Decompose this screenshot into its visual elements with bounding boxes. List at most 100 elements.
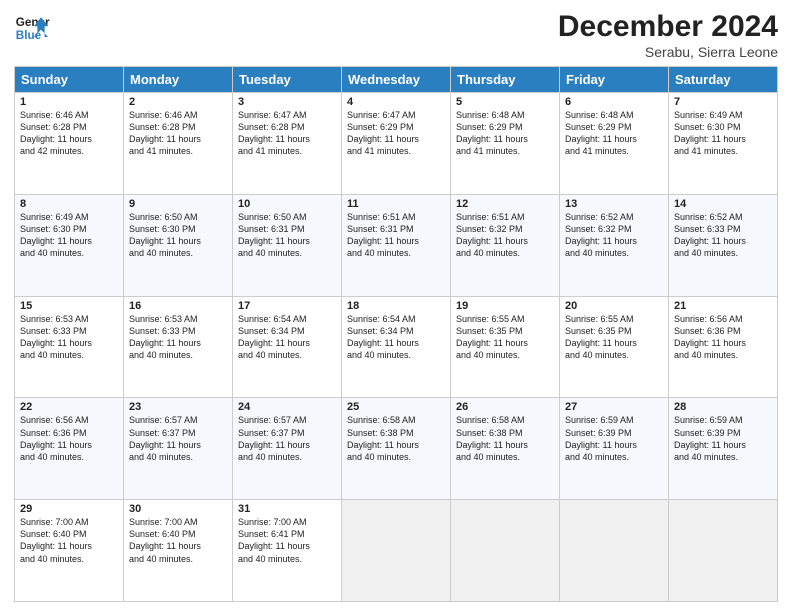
calendar-cell: 9Sunrise: 6:50 AM Sunset: 6:30 PM Daylig… (124, 194, 233, 296)
day-number: 12 (456, 198, 554, 210)
calendar-cell: 28Sunrise: 6:59 AM Sunset: 6:39 PM Dayli… (669, 398, 778, 500)
day-number: 16 (129, 300, 227, 312)
calendar-cell: 5Sunrise: 6:48 AM Sunset: 6:29 PM Daylig… (451, 93, 560, 195)
calendar-cell (451, 500, 560, 602)
calendar-cell: 27Sunrise: 6:59 AM Sunset: 6:39 PM Dayli… (560, 398, 669, 500)
weekday-header-tuesday: Tuesday (233, 67, 342, 93)
day-info: Sunrise: 6:52 AM Sunset: 6:32 PM Dayligh… (565, 211, 663, 260)
calendar-cell: 21Sunrise: 6:56 AM Sunset: 6:36 PM Dayli… (669, 296, 778, 398)
day-number: 27 (565, 401, 663, 413)
calendar-cell: 22Sunrise: 6:56 AM Sunset: 6:36 PM Dayli… (15, 398, 124, 500)
weekday-header-sunday: Sunday (15, 67, 124, 93)
day-info: Sunrise: 6:46 AM Sunset: 6:28 PM Dayligh… (129, 109, 227, 158)
day-number: 3 (238, 96, 336, 108)
day-number: 2 (129, 96, 227, 108)
day-number: 9 (129, 198, 227, 210)
day-info: Sunrise: 6:50 AM Sunset: 6:30 PM Dayligh… (129, 211, 227, 260)
calendar-cell: 29Sunrise: 7:00 AM Sunset: 6:40 PM Dayli… (15, 500, 124, 602)
day-number: 15 (20, 300, 118, 312)
day-info: Sunrise: 6:50 AM Sunset: 6:31 PM Dayligh… (238, 211, 336, 260)
day-info: Sunrise: 6:48 AM Sunset: 6:29 PM Dayligh… (456, 109, 554, 158)
day-number: 7 (674, 96, 772, 108)
calendar-cell: 10Sunrise: 6:50 AM Sunset: 6:31 PM Dayli… (233, 194, 342, 296)
calendar-cell: 1Sunrise: 6:46 AM Sunset: 6:28 PM Daylig… (15, 93, 124, 195)
day-info: Sunrise: 6:58 AM Sunset: 6:38 PM Dayligh… (347, 414, 445, 463)
day-info: Sunrise: 7:00 AM Sunset: 6:40 PM Dayligh… (129, 516, 227, 565)
day-number: 1 (20, 96, 118, 108)
calendar-cell: 14Sunrise: 6:52 AM Sunset: 6:33 PM Dayli… (669, 194, 778, 296)
day-info: Sunrise: 6:57 AM Sunset: 6:37 PM Dayligh… (238, 414, 336, 463)
day-info: Sunrise: 6:51 AM Sunset: 6:31 PM Dayligh… (347, 211, 445, 260)
weekday-header-saturday: Saturday (669, 67, 778, 93)
day-info: Sunrise: 6:49 AM Sunset: 6:30 PM Dayligh… (20, 211, 118, 260)
day-info: Sunrise: 6:56 AM Sunset: 6:36 PM Dayligh… (674, 313, 772, 362)
calendar-cell: 31Sunrise: 7:00 AM Sunset: 6:41 PM Dayli… (233, 500, 342, 602)
calendar-cell (560, 500, 669, 602)
day-number: 4 (347, 96, 445, 108)
day-number: 14 (674, 198, 772, 210)
day-number: 17 (238, 300, 336, 312)
day-info: Sunrise: 6:58 AM Sunset: 6:38 PM Dayligh… (456, 414, 554, 463)
logo-icon: General Blue (14, 10, 50, 46)
day-info: Sunrise: 6:59 AM Sunset: 6:39 PM Dayligh… (674, 414, 772, 463)
day-number: 20 (565, 300, 663, 312)
day-info: Sunrise: 6:59 AM Sunset: 6:39 PM Dayligh… (565, 414, 663, 463)
day-number: 31 (238, 503, 336, 515)
calendar: SundayMondayTuesdayWednesdayThursdayFrid… (14, 66, 778, 602)
day-info: Sunrise: 7:00 AM Sunset: 6:41 PM Dayligh… (238, 516, 336, 565)
day-info: Sunrise: 6:56 AM Sunset: 6:36 PM Dayligh… (20, 414, 118, 463)
location: Serabu, Sierra Leone (558, 44, 778, 60)
day-number: 13 (565, 198, 663, 210)
calendar-cell: 7Sunrise: 6:49 AM Sunset: 6:30 PM Daylig… (669, 93, 778, 195)
calendar-cell: 23Sunrise: 6:57 AM Sunset: 6:37 PM Dayli… (124, 398, 233, 500)
day-info: Sunrise: 6:57 AM Sunset: 6:37 PM Dayligh… (129, 414, 227, 463)
day-info: Sunrise: 6:54 AM Sunset: 6:34 PM Dayligh… (347, 313, 445, 362)
day-info: Sunrise: 6:46 AM Sunset: 6:28 PM Dayligh… (20, 109, 118, 158)
calendar-cell: 19Sunrise: 6:55 AM Sunset: 6:35 PM Dayli… (451, 296, 560, 398)
day-number: 25 (347, 401, 445, 413)
weekday-header-friday: Friday (560, 67, 669, 93)
calendar-cell: 15Sunrise: 6:53 AM Sunset: 6:33 PM Dayli… (15, 296, 124, 398)
calendar-cell: 30Sunrise: 7:00 AM Sunset: 6:40 PM Dayli… (124, 500, 233, 602)
calendar-cell: 20Sunrise: 6:55 AM Sunset: 6:35 PM Dayli… (560, 296, 669, 398)
day-number: 6 (565, 96, 663, 108)
day-number: 21 (674, 300, 772, 312)
weekday-header-wednesday: Wednesday (342, 67, 451, 93)
day-info: Sunrise: 6:51 AM Sunset: 6:32 PM Dayligh… (456, 211, 554, 260)
day-number: 26 (456, 401, 554, 413)
calendar-cell: 25Sunrise: 6:58 AM Sunset: 6:38 PM Dayli… (342, 398, 451, 500)
calendar-cell (669, 500, 778, 602)
day-info: Sunrise: 6:48 AM Sunset: 6:29 PM Dayligh… (565, 109, 663, 158)
day-info: Sunrise: 6:49 AM Sunset: 6:30 PM Dayligh… (674, 109, 772, 158)
day-info: Sunrise: 6:55 AM Sunset: 6:35 PM Dayligh… (565, 313, 663, 362)
day-number: 11 (347, 198, 445, 210)
day-info: Sunrise: 7:00 AM Sunset: 6:40 PM Dayligh… (20, 516, 118, 565)
day-number: 23 (129, 401, 227, 413)
calendar-cell: 26Sunrise: 6:58 AM Sunset: 6:38 PM Dayli… (451, 398, 560, 500)
calendar-cell: 3Sunrise: 6:47 AM Sunset: 6:28 PM Daylig… (233, 93, 342, 195)
day-number: 28 (674, 401, 772, 413)
day-info: Sunrise: 6:54 AM Sunset: 6:34 PM Dayligh… (238, 313, 336, 362)
weekday-header-thursday: Thursday (451, 67, 560, 93)
day-number: 10 (238, 198, 336, 210)
day-number: 22 (20, 401, 118, 413)
day-number: 19 (456, 300, 554, 312)
calendar-cell: 17Sunrise: 6:54 AM Sunset: 6:34 PM Dayli… (233, 296, 342, 398)
calendar-cell: 18Sunrise: 6:54 AM Sunset: 6:34 PM Dayli… (342, 296, 451, 398)
month-title: December 2024 (558, 10, 778, 44)
calendar-cell: 2Sunrise: 6:46 AM Sunset: 6:28 PM Daylig… (124, 93, 233, 195)
calendar-cell: 4Sunrise: 6:47 AM Sunset: 6:29 PM Daylig… (342, 93, 451, 195)
logo: General Blue (14, 10, 50, 46)
calendar-cell: 12Sunrise: 6:51 AM Sunset: 6:32 PM Dayli… (451, 194, 560, 296)
calendar-cell: 6Sunrise: 6:48 AM Sunset: 6:29 PM Daylig… (560, 93, 669, 195)
day-info: Sunrise: 6:47 AM Sunset: 6:29 PM Dayligh… (347, 109, 445, 158)
title-block: December 2024 Serabu, Sierra Leone (558, 10, 778, 60)
weekday-header-monday: Monday (124, 67, 233, 93)
calendar-cell: 13Sunrise: 6:52 AM Sunset: 6:32 PM Dayli… (560, 194, 669, 296)
calendar-cell: 8Sunrise: 6:49 AM Sunset: 6:30 PM Daylig… (15, 194, 124, 296)
calendar-cell: 16Sunrise: 6:53 AM Sunset: 6:33 PM Dayli… (124, 296, 233, 398)
day-number: 29 (20, 503, 118, 515)
calendar-cell: 24Sunrise: 6:57 AM Sunset: 6:37 PM Dayli… (233, 398, 342, 500)
day-number: 24 (238, 401, 336, 413)
calendar-cell (342, 500, 451, 602)
